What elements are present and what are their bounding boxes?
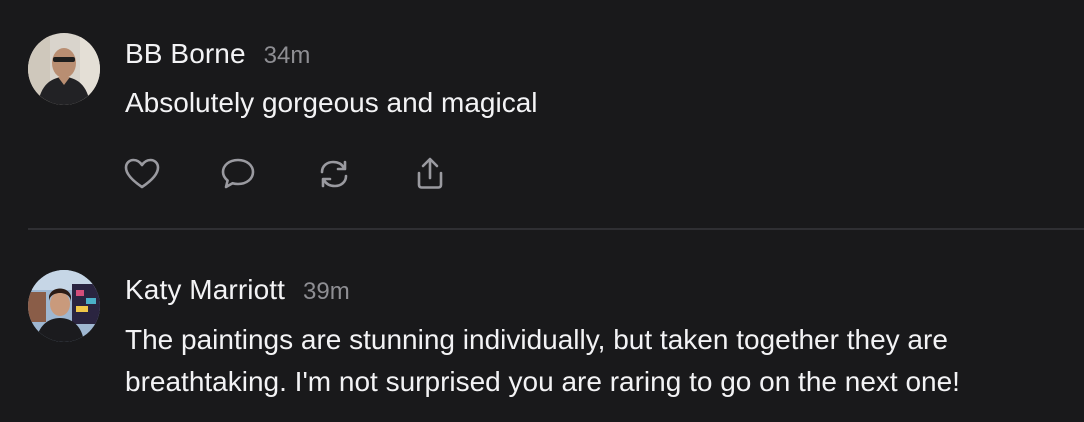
post-text-line: The paintings are stunning individually,… xyxy=(125,324,948,355)
post-timestamp[interactable]: 34m xyxy=(264,42,311,70)
avatar-photo xyxy=(28,33,100,105)
share-icon xyxy=(417,157,443,189)
reply-button[interactable] xyxy=(218,154,258,194)
post-header: Katy Marriott 39m xyxy=(125,274,350,306)
post-body: The paintings are stunning individually,… xyxy=(125,319,960,403)
avatar-photo xyxy=(28,270,100,342)
post-timestamp[interactable]: 39m xyxy=(303,278,350,306)
repost-icon xyxy=(320,160,348,188)
post-header: BB Borne 34m xyxy=(125,38,310,70)
like-button[interactable] xyxy=(122,154,162,194)
share-button[interactable] xyxy=(410,154,450,194)
repost-button[interactable] xyxy=(314,154,354,194)
post-katy-marriott: Katy Marriott 39m The paintings are stun… xyxy=(0,230,1084,422)
comment-icon xyxy=(221,158,255,189)
avatar[interactable] xyxy=(28,270,100,342)
heart-icon xyxy=(124,158,160,189)
author-name[interactable]: BB Borne xyxy=(125,38,246,70)
post-body: Absolutely gorgeous and magical xyxy=(125,82,537,124)
post-text-line: breathtaking. I'm not surprised you are … xyxy=(125,366,960,397)
author-name[interactable]: Katy Marriott xyxy=(125,274,285,306)
post-bb-borne: BB Borne 34m Absolutely gorgeous and mag… xyxy=(0,0,1084,229)
avatar[interactable] xyxy=(28,33,100,105)
post-text-line: Absolutely gorgeous and magical xyxy=(125,87,538,118)
